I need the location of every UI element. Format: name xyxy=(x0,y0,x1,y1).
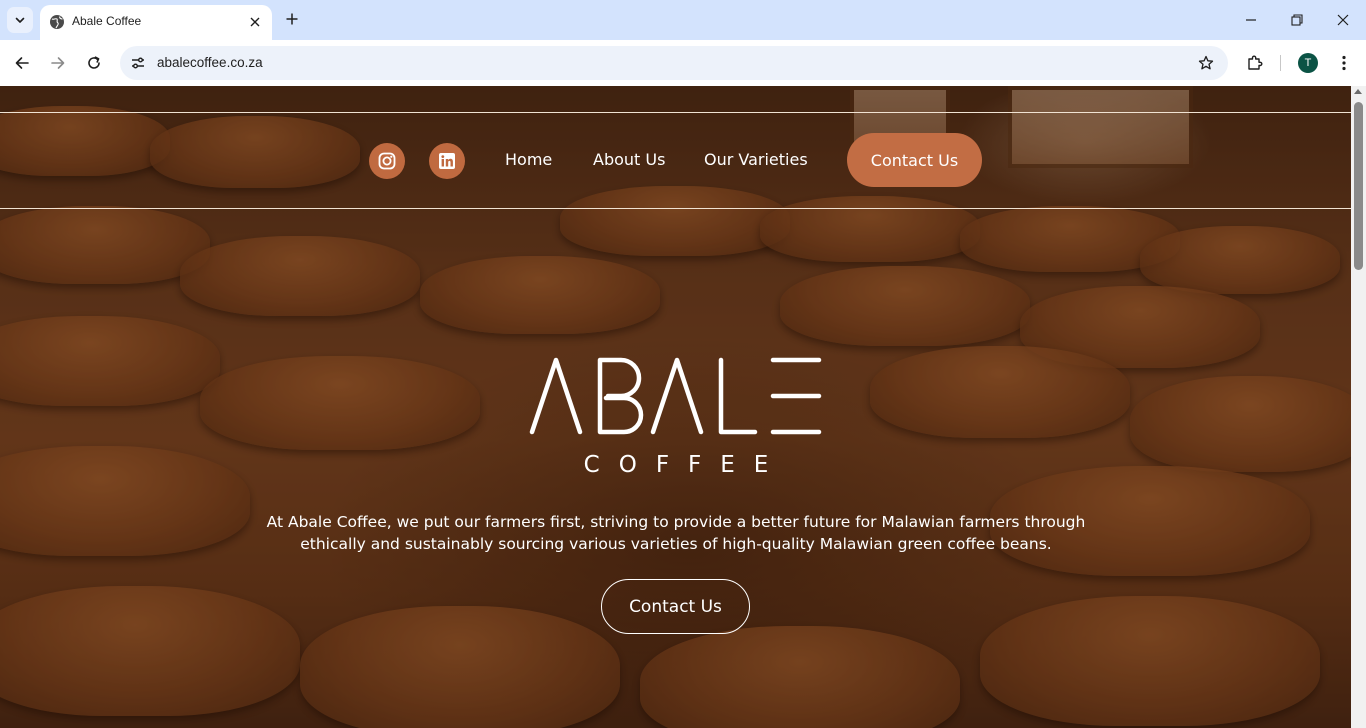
star-icon xyxy=(1198,55,1214,70)
browser-toolbar: abalecoffee.co.za T xyxy=(0,40,1366,86)
tab-search-button[interactable] xyxy=(7,7,33,33)
puzzle-icon xyxy=(1248,55,1263,70)
close-icon xyxy=(1337,14,1349,26)
hero-section: Home About Us Our Varieties Contact Us C… xyxy=(0,86,1351,728)
logo-subtitle: COFFEE xyxy=(583,452,788,478)
nav-link-our-varieties[interactable]: Our Varieties xyxy=(704,150,808,169)
url-text[interactable]: abalecoffee.co.za xyxy=(157,55,263,70)
nav-link-about-us[interactable]: About Us xyxy=(593,150,665,169)
nav-bottom-border xyxy=(0,208,1351,209)
tab-strip: Abale Coffee xyxy=(0,0,1366,40)
restore-button[interactable] xyxy=(1283,6,1311,34)
plus-icon xyxy=(286,13,298,25)
back-button[interactable] xyxy=(8,49,36,77)
tune-icon xyxy=(132,57,144,69)
restore-icon xyxy=(1291,14,1303,26)
reload-icon xyxy=(88,56,100,69)
linkedin-icon xyxy=(439,153,455,169)
new-tab-button[interactable] xyxy=(281,8,303,30)
forward-button[interactable] xyxy=(44,49,72,77)
close-window-button[interactable] xyxy=(1329,6,1357,34)
reload-button[interactable] xyxy=(80,49,108,77)
site-info-button[interactable] xyxy=(128,53,148,73)
browser-menu-button[interactable] xyxy=(1332,49,1356,77)
nav-link-home[interactable]: Home xyxy=(505,150,552,169)
page-scrollbar[interactable] xyxy=(1351,86,1366,728)
close-icon xyxy=(250,17,260,27)
address-bar[interactable]: abalecoffee.co.za xyxy=(120,46,1228,80)
nav-contact-us-button[interactable]: Contact Us xyxy=(847,133,982,187)
tab-close-button[interactable] xyxy=(246,13,264,31)
extensions-button[interactable] xyxy=(1242,49,1268,77)
linkedin-link[interactable] xyxy=(429,143,465,179)
abale-logo xyxy=(529,357,822,435)
scrollbar-thumb[interactable] xyxy=(1354,102,1363,270)
toolbar-divider xyxy=(1280,55,1281,71)
scroll-up-arrow-icon[interactable] xyxy=(1354,89,1362,94)
chevron-down-icon xyxy=(15,17,25,23)
profile-avatar[interactable]: T xyxy=(1298,53,1318,73)
nav-top-border xyxy=(0,112,1351,113)
instagram-icon xyxy=(378,152,396,170)
globe-icon xyxy=(50,15,64,29)
browser-tab[interactable]: Abale Coffee xyxy=(40,5,272,40)
hero-contact-us-button[interactable]: Contact Us xyxy=(601,579,750,634)
more-vert-icon xyxy=(1342,55,1346,71)
arrow-right-icon xyxy=(51,57,65,69)
minimize-button[interactable] xyxy=(1237,6,1265,34)
minimize-icon xyxy=(1246,19,1256,21)
tab-title: Abale Coffee xyxy=(72,14,142,28)
bookmark-button[interactable] xyxy=(1196,53,1216,73)
instagram-link[interactable] xyxy=(369,143,405,179)
hero-tagline: At Abale Coffee, we put our farmers firs… xyxy=(266,513,1086,553)
arrow-left-icon xyxy=(15,57,29,69)
